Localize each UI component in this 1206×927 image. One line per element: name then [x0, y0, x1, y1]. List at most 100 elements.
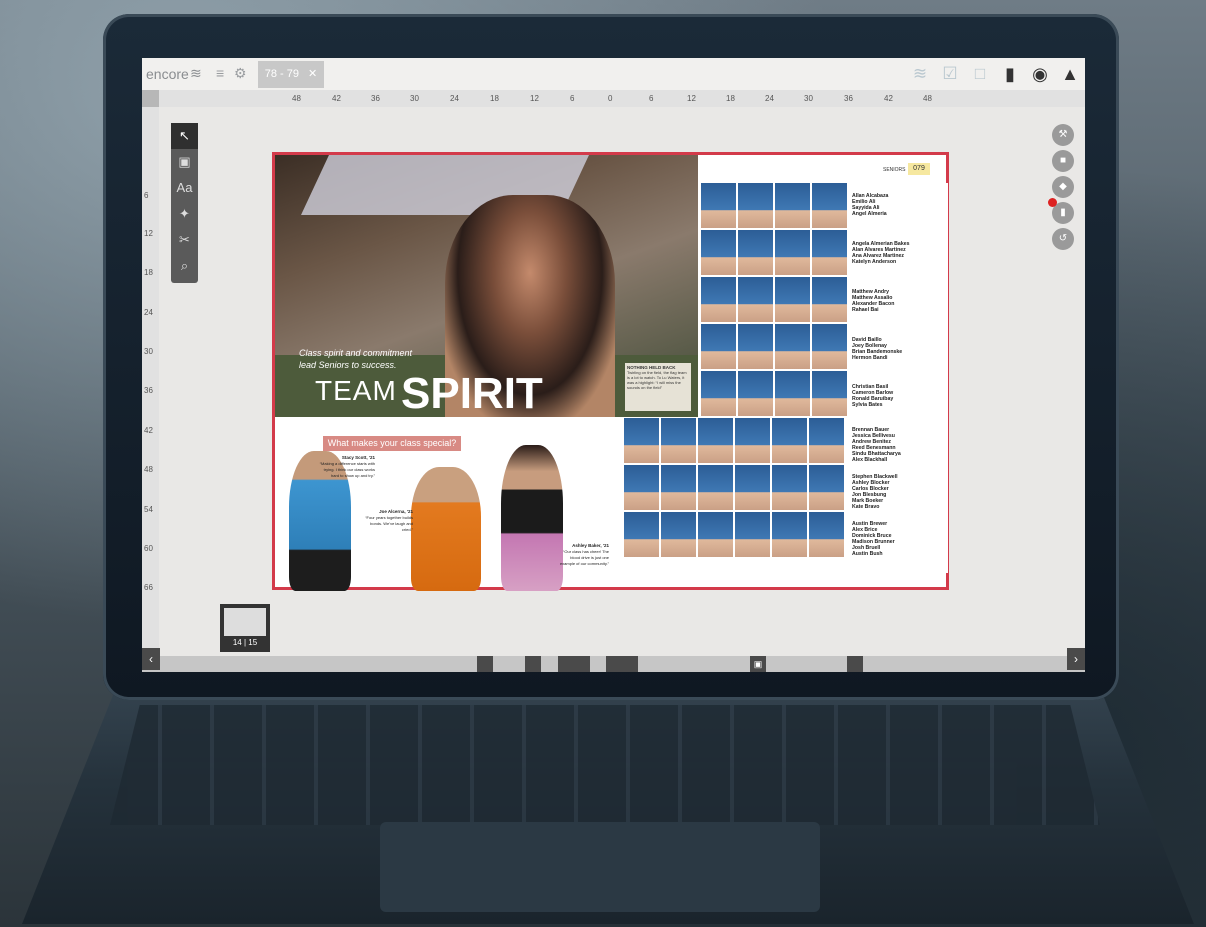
portrait[interactable] [624, 465, 659, 510]
portrait[interactable] [772, 418, 807, 463]
portrait[interactable] [775, 183, 810, 228]
tab-close-icon[interactable]: ✕ [308, 68, 317, 80]
name-list[interactable]: Austin Brewer Alex Brice Dominick Bruce … [852, 521, 895, 557]
portrait[interactable] [812, 230, 847, 275]
scroll-marker[interactable] [477, 656, 493, 672]
name-list[interactable]: Matthew Andry Matthew Assalio Alexander … [852, 289, 894, 313]
shape-tool-icon[interactable]: ✦ [171, 201, 198, 227]
name-list[interactable]: David Baillo Joey Bollenay Brian Bandemo… [852, 337, 902, 361]
ruler-tick: 36 [844, 94, 853, 103]
waves-icon[interactable]: ≋ [905, 58, 935, 90]
portrait[interactable] [735, 418, 770, 463]
quote-block[interactable]: Stacy Scott, '21 “Making a difference st… [319, 455, 375, 479]
ruler-tick: 18 [726, 94, 735, 103]
yearbook-spread[interactable]: Class spirit and commitment lead Seniors… [272, 152, 949, 591]
ruler-tick: 66 [144, 583, 153, 592]
portrait[interactable] [701, 183, 736, 228]
ruler-tick: 60 [144, 544, 153, 553]
headline-spirit[interactable]: SPIRIT [401, 369, 543, 419]
image-tool-icon[interactable]: ▣ [171, 149, 198, 175]
pages-icon[interactable]: ▮ [1048, 198, 1074, 224]
portrait[interactable] [772, 465, 807, 510]
portrait[interactable] [661, 418, 696, 463]
name-list[interactable]: Brennan Bauer Jessica Bellivesu Andrew B… [852, 427, 901, 463]
select-tool-icon[interactable]: ↖ [171, 123, 198, 149]
name-list[interactable]: Stephen Blackwell Ashley Blocker Carlos … [852, 474, 898, 510]
name-list[interactable]: Angela Almerian Bakes Alan Alvares Marti… [852, 241, 909, 265]
student-photo[interactable] [501, 445, 563, 591]
briefcase-icon[interactable]: ■ [1052, 150, 1074, 172]
quote-text: “Four years together builds bonds. We’ve… [365, 515, 413, 532]
ruler-tick: 6 [649, 94, 654, 103]
quote-block[interactable]: Ashley Baker, '21 “Our class has cheer! … [559, 543, 609, 567]
portrait-grid[interactable]: Allan Alcabaza Emilio Ali Sayyida Ali An… [624, 183, 948, 573]
portrait[interactable] [624, 418, 659, 463]
history-icon[interactable]: ↺ [1052, 228, 1074, 250]
portrait[interactable] [775, 371, 810, 416]
portrait[interactable] [661, 465, 696, 510]
text-tool-icon[interactable]: Aa [171, 175, 198, 201]
next-page-button[interactable]: › [1067, 648, 1085, 670]
quote-block[interactable]: Joe Alcerna, '21 “Four years together bu… [365, 509, 413, 533]
portrait[interactable] [812, 371, 847, 416]
portrait[interactable] [701, 371, 736, 416]
tab-spread[interactable]: 78 - 79 ✕ [258, 61, 324, 88]
portrait[interactable] [738, 371, 773, 416]
student-photo[interactable] [411, 467, 481, 591]
lock-icon[interactable]: ▣ [750, 656, 766, 672]
portrait[interactable] [812, 277, 847, 322]
portrait[interactable] [661, 512, 696, 557]
portrait[interactable] [735, 465, 770, 510]
portrait[interactable] [735, 512, 770, 557]
spread-thumbnail[interactable]: 14 | 15 [220, 604, 270, 652]
portrait[interactable] [698, 512, 733, 557]
ruler-tick: 6 [570, 94, 575, 103]
ruler-tick: 24 [765, 94, 774, 103]
headline-team[interactable]: TEAM [315, 375, 397, 407]
portrait[interactable] [812, 324, 847, 369]
institution-icon[interactable]: ▲ [1055, 58, 1085, 90]
portrait[interactable] [701, 230, 736, 275]
scroll-marker[interactable] [558, 656, 590, 672]
layers-icon[interactable]: ◆ [1052, 176, 1074, 198]
portrait[interactable] [701, 277, 736, 322]
portrait[interactable] [809, 418, 844, 463]
portrait[interactable] [701, 324, 736, 369]
portrait[interactable] [775, 277, 810, 322]
horizontal-ruler: 48 42 36 30 24 18 12 6 0 6 12 18 24 30 3… [142, 90, 1085, 107]
scroll-marker[interactable] [847, 656, 863, 672]
page-scrollbar[interactable]: ▣ [142, 656, 1085, 672]
portrait[interactable] [775, 230, 810, 275]
portrait[interactable] [809, 465, 844, 510]
portrait[interactable] [738, 230, 773, 275]
portrait[interactable] [738, 183, 773, 228]
sidebar-story[interactable]: NOTHING HELD BACK Twirling on the field,… [625, 363, 691, 411]
checkbox-icon[interactable]: ☑ [935, 58, 965, 90]
gear-icon[interactable]: ⚙ [234, 65, 247, 82]
name-list[interactable]: Christian Basil Cameron Barlow Ronald Ba… [852, 384, 893, 408]
section-question[interactable]: What makes your class special? [323, 436, 461, 451]
portrait[interactable] [809, 512, 844, 557]
portrait[interactable] [738, 277, 773, 322]
name-list[interactable]: Allan Alcabaza Emilio Ali Sayyida Ali An… [852, 193, 888, 217]
cut-tool-icon[interactable]: ✂ [171, 227, 198, 253]
portrait[interactable] [698, 465, 733, 510]
portrait[interactable] [624, 512, 659, 557]
portrait[interactable] [812, 183, 847, 228]
menu-icon[interactable]: ≡ [216, 65, 224, 81]
portrait[interactable] [698, 418, 733, 463]
zoom-tool-icon[interactable]: ⌕ [171, 253, 198, 279]
portrait[interactable] [738, 324, 773, 369]
portrait[interactable] [772, 512, 807, 557]
page-number[interactable]: 079 [908, 163, 930, 175]
wrench-icon[interactable]: ⚒ [1052, 124, 1074, 146]
scroll-marker[interactable] [525, 656, 541, 672]
book-icon[interactable]: ▮ [995, 58, 1025, 90]
hero-photo[interactable]: Class spirit and commitment lead Seniors… [275, 155, 698, 419]
camera-icon[interactable]: ◉ [1025, 58, 1055, 90]
portrait[interactable] [775, 324, 810, 369]
unlock-icon[interactable]: □ [965, 58, 995, 90]
prev-page-button[interactable]: ‹ [142, 648, 160, 670]
hero-caption[interactable]: Class spirit and commitment lead Seniors… [299, 347, 419, 371]
scroll-marker[interactable] [606, 656, 638, 672]
